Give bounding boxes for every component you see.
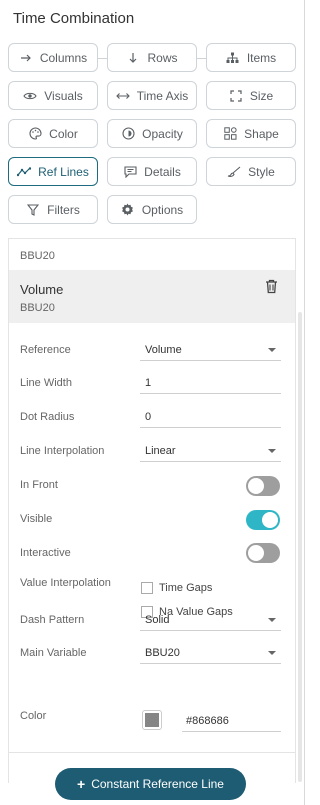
dot-radius-input[interactable]: 0 [140, 406, 281, 428]
tab-rows[interactable]: Rows [107, 43, 197, 72]
comment-icon [123, 165, 137, 179]
tab-items[interactable]: Items [206, 43, 296, 72]
in-front-label: In Front [20, 479, 58, 491]
line-interpolation-select[interactable]: Linear [140, 440, 281, 462]
reference-select[interactable]: Volume [140, 339, 281, 361]
tab-label: Time Axis [136, 88, 189, 103]
tab-label: Ref Lines [38, 164, 89, 179]
ref-line-subtitle: BBU20 [20, 302, 55, 314]
visible-toggle[interactable] [246, 510, 280, 530]
tab-shape[interactable]: Shape [206, 119, 296, 148]
tab-label: Filters [47, 202, 80, 217]
tab-label: Options [141, 202, 184, 217]
line-width-input[interactable]: 1 [140, 372, 281, 394]
chevron-down-icon [268, 449, 276, 453]
settings-panel: Time Combination Columns Rows Items Visu… [0, 0, 305, 805]
line-width-value: 1 [145, 377, 152, 389]
tab-label: Opacity [142, 126, 183, 141]
gear-icon [121, 203, 135, 217]
brush-icon [227, 165, 241, 179]
main-variable-value: BBU20 [145, 647, 180, 659]
reference-value: Volume [145, 344, 182, 356]
tab-label: Size [249, 88, 274, 103]
tab-time-axis[interactable]: Time Axis [107, 81, 197, 110]
ref-line-header[interactable]: Volume BBU20 [9, 270, 295, 323]
tab-label: Style [248, 164, 275, 179]
color-swatch[interactable] [142, 710, 162, 730]
chevron-down-icon [268, 651, 276, 655]
opacity-icon [121, 127, 135, 141]
color-hex-value: #868686 [186, 715, 229, 727]
eye-icon [23, 89, 37, 103]
previous-ref-line-subtitle: BBU20 [20, 250, 55, 262]
main-variable-select[interactable]: BBU20 [140, 642, 281, 664]
arrow-down-icon [126, 51, 140, 65]
palette-icon [28, 127, 42, 141]
color-hex-input[interactable]: #868686 [182, 710, 281, 732]
interactive-label: Interactive [20, 547, 71, 559]
dot-radius-value: 0 [145, 411, 152, 423]
dot-radius-label: Dot Radius [20, 411, 75, 423]
time-gaps-option[interactable]: Time Gaps [141, 582, 212, 594]
swatch-fill [145, 713, 159, 727]
line-chart-icon [17, 165, 32, 179]
filter-icon [26, 203, 40, 217]
tab-label: Visuals [44, 88, 83, 103]
shapes-icon [223, 127, 237, 141]
resize-corners-icon [229, 89, 243, 103]
tab-label: Items [246, 50, 277, 65]
interactive-toggle[interactable] [246, 543, 280, 563]
tab-label: Rows [147, 50, 178, 65]
color-label: Color [20, 710, 47, 722]
divider [8, 238, 296, 239]
scrollbar[interactable] [298, 312, 302, 782]
reference-label: Reference [20, 344, 71, 356]
add-constant-label: Constant Reference Line [91, 777, 224, 791]
chevron-down-icon [268, 618, 276, 622]
toggle-knob [248, 478, 264, 494]
divider [295, 238, 296, 783]
line-interpolation-label: Line Interpolation [20, 445, 105, 457]
tab-opacity[interactable]: Opacity [107, 119, 197, 148]
tab-label: Color [49, 126, 78, 141]
arrow-right-icon [19, 51, 33, 65]
tab-details[interactable]: Details [107, 157, 197, 186]
double-arrow-icon [115, 89, 130, 103]
line-width-label: Line Width [20, 377, 72, 389]
trash-icon[interactable] [265, 279, 279, 295]
line-interpolation-value: Linear [145, 445, 176, 457]
toggle-knob [262, 512, 278, 528]
tab-columns[interactable]: Columns [8, 43, 98, 72]
in-front-toggle[interactable] [246, 476, 280, 496]
time-gaps-label: Time Gaps [159, 582, 213, 594]
tab-color[interactable]: Color [8, 119, 98, 148]
tab-visuals[interactable]: Visuals [8, 81, 98, 110]
panel-title: Time Combination [13, 10, 135, 27]
divider [8, 752, 296, 753]
tab-options[interactable]: Options [107, 195, 197, 224]
time-gaps-checkbox[interactable] [141, 582, 153, 594]
hierarchy-icon [226, 51, 240, 65]
tab-ref-lines[interactable]: Ref Lines [8, 157, 98, 186]
dash-pattern-select[interactable]: Solid [140, 609, 281, 631]
toggle-knob [248, 545, 264, 561]
tab-filters[interactable]: Filters [8, 195, 98, 224]
tab-label: Columns [39, 50, 88, 65]
chevron-down-icon [268, 348, 276, 352]
visible-label: Visible [20, 513, 53, 525]
tab-label: Shape [244, 126, 279, 141]
ref-line-title: Volume [20, 282, 64, 297]
tab-style[interactable]: Style [206, 157, 296, 186]
value-interpolation-label: Value Interpolation [20, 577, 111, 589]
tab-label: Details [144, 164, 181, 179]
dash-pattern-value: Solid [145, 614, 170, 626]
plus-icon: + [77, 776, 86, 792]
dash-pattern-label: Dash Pattern [20, 614, 85, 626]
tab-size[interactable]: Size [206, 81, 296, 110]
add-constant-reference-line-button[interactable]: + Constant Reference Line [55, 768, 246, 800]
main-variable-label: Main Variable [20, 647, 87, 659]
